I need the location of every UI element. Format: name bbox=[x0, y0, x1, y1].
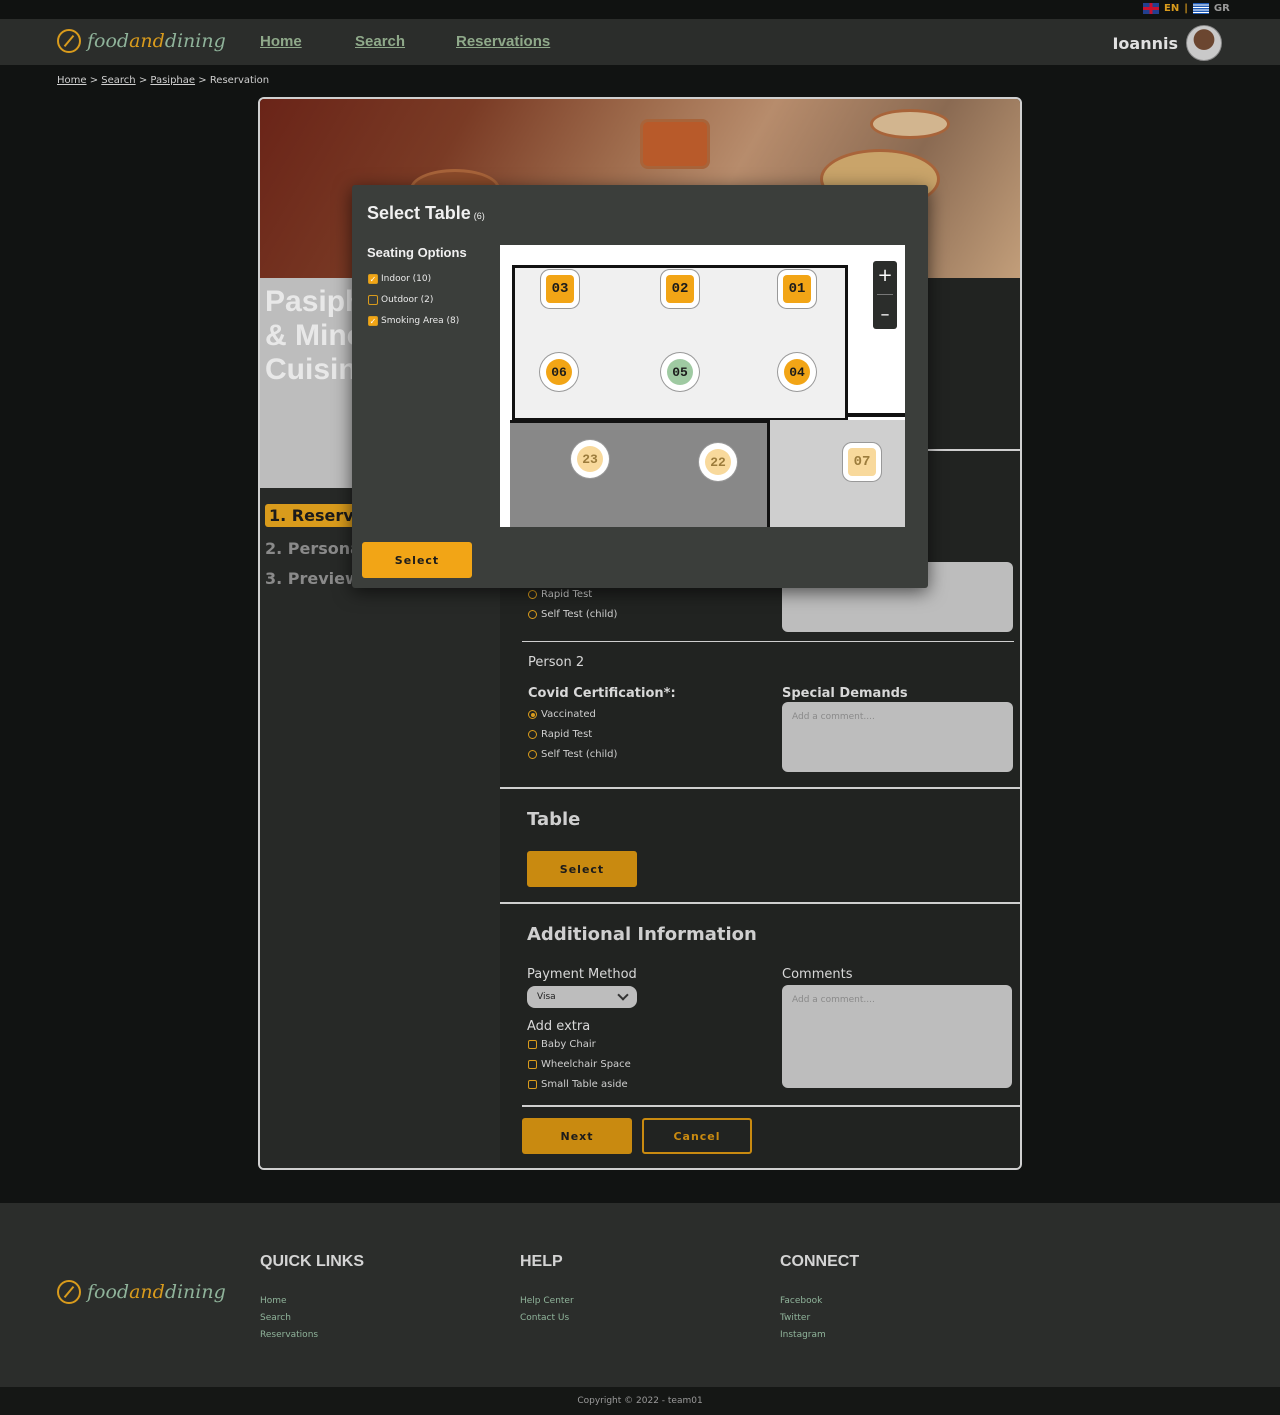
covid-label: Covid Certification*: bbox=[528, 686, 676, 701]
greek-flag-icon[interactable] bbox=[1192, 3, 1209, 14]
divider bbox=[522, 1105, 1020, 1107]
table-22[interactable]: 22 bbox=[705, 449, 731, 475]
footer-link-home[interactable]: Home bbox=[260, 1296, 287, 1306]
p2-covid-rapid[interactable]: Rapid Test bbox=[528, 729, 592, 740]
person2-heading: Person 2 bbox=[528, 655, 585, 670]
footer-link-contact[interactable]: Contact Us bbox=[520, 1313, 569, 1323]
restaurant-title: Pasiphae & Minoan Cuisine bbox=[265, 285, 355, 386]
nav-home[interactable]: Home bbox=[260, 33, 302, 50]
table-02[interactable]: 02 bbox=[666, 275, 694, 303]
extra-small-table[interactable]: Small Table aside bbox=[528, 1079, 628, 1090]
table-07[interactable]: 07 bbox=[848, 448, 876, 476]
available-count: (6) bbox=[473, 211, 485, 221]
step-personal[interactable]: 2. Personal bbox=[265, 539, 355, 558]
copyright: Copyright © 2022 - team01 bbox=[0, 1387, 1280, 1415]
help-heading: HELP bbox=[520, 1253, 563, 1270]
breadcrumb-place[interactable]: Pasiphae bbox=[150, 75, 195, 86]
floor-plan-map[interactable]: 03 02 01 06 05 04 23 22 07 + – bbox=[500, 245, 905, 527]
lang-divider: | bbox=[1184, 3, 1188, 14]
select-table-modal: Select Table (6) Seating Options ✓ Indoor … bbox=[352, 185, 928, 588]
breadcrumb-current: Reservation bbox=[209, 75, 270, 86]
nav-reservations[interactable]: Reservations bbox=[456, 33, 550, 50]
add-extra-label: Add extra bbox=[527, 1019, 591, 1034]
table-01[interactable]: 01 bbox=[783, 275, 811, 303]
user-name: Ioannis bbox=[1112, 33, 1178, 53]
lang-gr[interactable]: GR bbox=[1214, 3, 1230, 14]
connect-heading: CONNECT bbox=[780, 1253, 860, 1270]
p1-covid-rapid[interactable]: Rapid Test bbox=[528, 589, 592, 600]
option-smoking[interactable]: ✓ Smoking Area (8) bbox=[368, 316, 459, 326]
footer-link-reservations[interactable]: Reservations bbox=[260, 1330, 318, 1340]
payment-method-select[interactable]: Visa bbox=[527, 986, 637, 1008]
checkbox-checked-icon: ✓ bbox=[368, 316, 378, 326]
brand-name: foodanddining bbox=[87, 30, 226, 52]
table-06[interactable]: 06 bbox=[546, 359, 572, 385]
footer-logo[interactable]: foodanddining bbox=[57, 1280, 226, 1304]
comments-input[interactable]: Add a comment.... bbox=[782, 985, 1012, 1088]
next-button[interactable]: Next bbox=[522, 1118, 632, 1154]
user-menu[interactable]: Ioannis bbox=[1112, 25, 1222, 61]
footer: foodanddining QUICK LINKS Home Search Re… bbox=[0, 1203, 1280, 1387]
breadcrumb: Home > Search > Pasiphae > Reservation bbox=[57, 75, 270, 86]
option-indoor[interactable]: ✓ Indoor (10) bbox=[368, 274, 431, 284]
special-demands-label: Special Demands bbox=[782, 686, 908, 701]
language-bar: EN | GR bbox=[0, 0, 1280, 19]
zoom-control: + – bbox=[873, 261, 897, 329]
checkbox-icon bbox=[368, 295, 378, 305]
fork-spoon-logo-icon bbox=[57, 29, 81, 53]
cancel-button[interactable]: Cancel bbox=[642, 1118, 752, 1154]
step-reservation[interactable]: 1. Reservation bbox=[265, 504, 355, 527]
footer-link-facebook[interactable]: Facebook bbox=[780, 1296, 822, 1306]
p1-covid-self[interactable]: Self Test (child) bbox=[528, 609, 617, 620]
p2-covid-vaccinated[interactable]: Vaccinated bbox=[528, 709, 596, 720]
fork-spoon-logo-icon bbox=[57, 1280, 81, 1304]
chevron-down-icon bbox=[617, 989, 629, 1001]
nav-search[interactable]: Search bbox=[355, 33, 405, 50]
footer-link-instagram[interactable]: Instagram bbox=[780, 1330, 826, 1340]
select-table-button[interactable]: Select bbox=[527, 851, 637, 887]
footer-link-twitter[interactable]: Twitter bbox=[780, 1313, 810, 1323]
p2-covid-self[interactable]: Self Test (child) bbox=[528, 749, 617, 760]
divider bbox=[522, 641, 1014, 642]
lang-en[interactable]: EN bbox=[1164, 3, 1179, 14]
seating-options-heading: Seating Options bbox=[367, 245, 467, 260]
footer-link-help-center[interactable]: Help Center bbox=[520, 1296, 574, 1306]
modal-title: Select Table (6) bbox=[367, 203, 485, 223]
p2-special-demands-input[interactable]: Add a comment.... bbox=[782, 702, 1013, 772]
extra-wheelchair[interactable]: Wheelchair Space bbox=[528, 1059, 631, 1070]
zoom-in-icon[interactable]: + bbox=[877, 265, 892, 286]
table-05[interactable]: 05 bbox=[667, 359, 693, 385]
brand-name: foodanddining bbox=[87, 1281, 226, 1303]
additional-info-heading: Additional Information bbox=[527, 924, 757, 945]
quick-links-heading: QUICK LINKS bbox=[260, 1253, 364, 1270]
navbar: foodanddining Home Search Reservations I… bbox=[0, 19, 1280, 65]
divider bbox=[500, 902, 1020, 904]
brand-logo[interactable]: foodanddining bbox=[57, 29, 226, 53]
avatar[interactable] bbox=[1186, 25, 1222, 61]
breadcrumb-home[interactable]: Home bbox=[57, 75, 87, 86]
checkbox-checked-icon: ✓ bbox=[368, 274, 378, 284]
table-04[interactable]: 04 bbox=[784, 359, 810, 385]
modal-select-button[interactable]: Select bbox=[362, 542, 472, 578]
table-heading: Table bbox=[527, 809, 581, 830]
uk-flag-icon[interactable] bbox=[1143, 3, 1159, 14]
smoking-room bbox=[510, 420, 770, 527]
table-03[interactable]: 03 bbox=[546, 275, 574, 303]
extra-baby-chair[interactable]: Baby Chair bbox=[528, 1039, 596, 1050]
comments-label: Comments bbox=[782, 967, 853, 982]
language-switcher: EN | GR bbox=[1143, 3, 1230, 14]
zoom-out-icon[interactable]: – bbox=[881, 304, 890, 325]
footer-link-search[interactable]: Search bbox=[260, 1313, 291, 1323]
table-23[interactable]: 23 bbox=[577, 446, 603, 472]
divider bbox=[500, 787, 1020, 789]
side-room bbox=[770, 420, 905, 527]
option-outdoor[interactable]: Outdoor (2) bbox=[368, 295, 433, 305]
step-preview[interactable]: 3. Preview bbox=[265, 569, 355, 588]
payment-method-label: Payment Method bbox=[527, 967, 637, 982]
breadcrumb-search[interactable]: Search bbox=[101, 75, 135, 86]
payment-method-value: Visa bbox=[537, 992, 556, 1002]
